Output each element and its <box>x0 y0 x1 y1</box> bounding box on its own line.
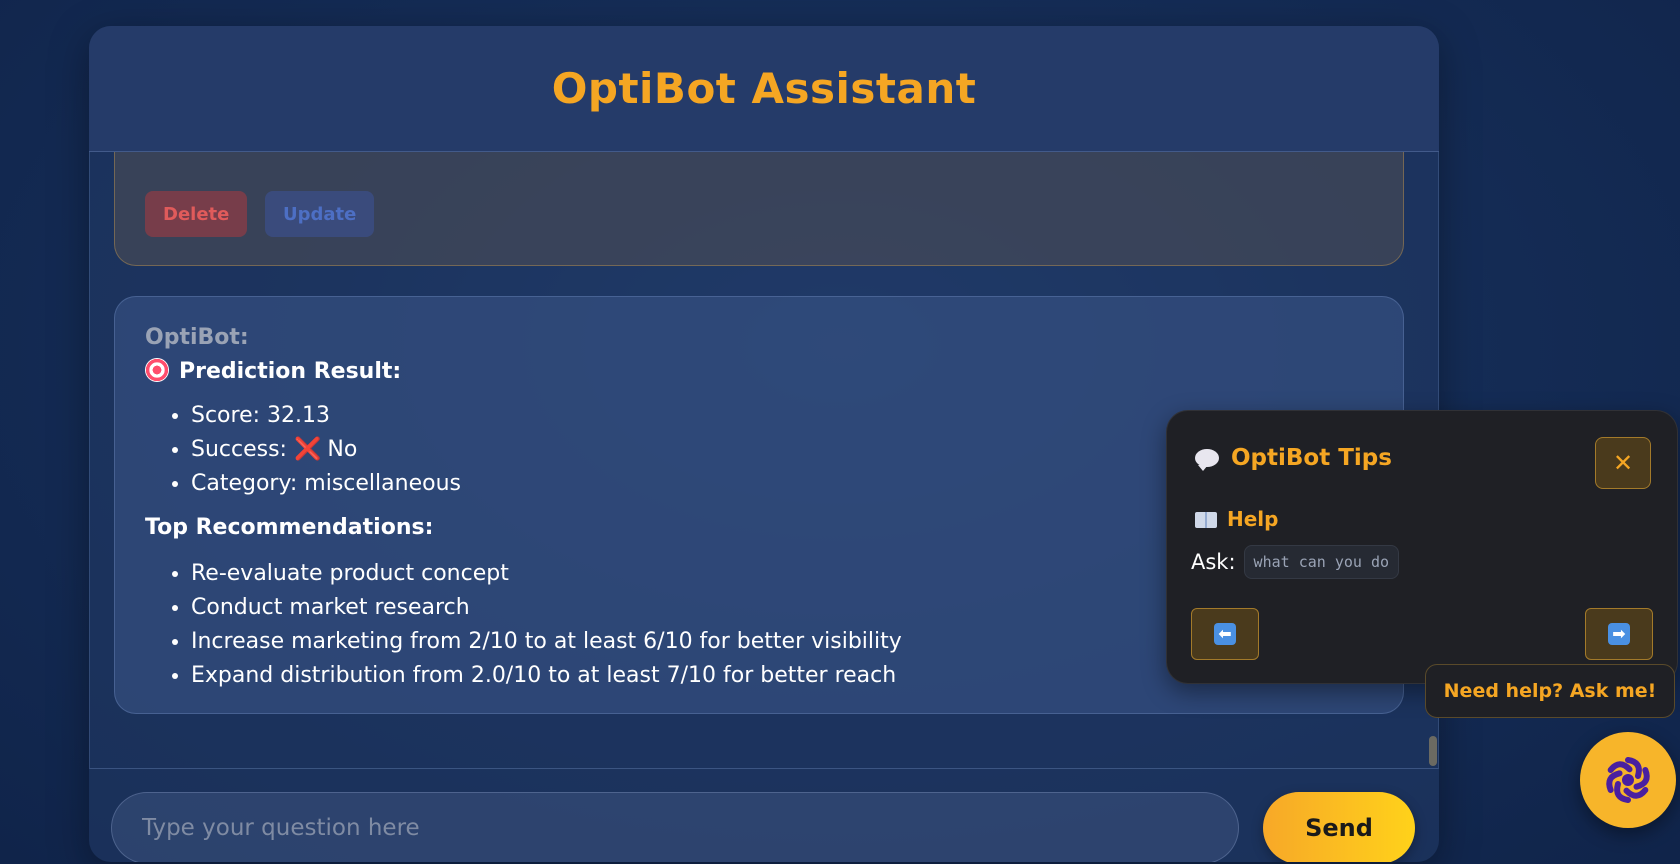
input-row: Send <box>89 768 1439 862</box>
user-message-card: Delete Update <box>114 152 1404 266</box>
question-input[interactable] <box>111 792 1239 862</box>
help-bubble[interactable]: Need help? Ask me! <box>1425 664 1675 718</box>
list-item: Expand distribution from 2.0/10 to at le… <box>191 659 902 693</box>
arrow-right-icon: ➡ <box>1608 623 1630 645</box>
message-sender: OptiBot: <box>145 325 249 350</box>
book-icon <box>1195 512 1217 528</box>
speech-bubble-icon <box>1195 449 1219 471</box>
page-title: OptiBot Assistant <box>551 64 977 113</box>
update-button[interactable]: Update <box>265 191 375 237</box>
ask-example-code: what can you do <box>1243 545 1400 579</box>
previous-tip-button[interactable]: ⬅ <box>1191 608 1259 660</box>
recommendations-title: Top Recommendations: <box>145 515 434 540</box>
cross-mark-icon: ❌ <box>293 437 322 462</box>
prediction-title-text: Prediction Result: <box>179 359 402 384</box>
close-icon: ✕ <box>1612 449 1634 477</box>
recommendations-list: Re-evaluate product concept Conduct mark… <box>161 557 902 693</box>
prediction-list: Score: 32.13 Success: ❌No Category: misc… <box>161 399 461 501</box>
ask-label: Ask: <box>1191 550 1236 574</box>
next-tip-button[interactable]: ➡ <box>1585 608 1653 660</box>
assistant-launcher-button[interactable] <box>1580 732 1676 828</box>
list-item: Conduct market research <box>191 591 902 625</box>
delete-button[interactable]: Delete <box>145 191 248 237</box>
list-item-prefix: Success: <box>191 437 287 462</box>
prediction-title: Prediction Result: <box>145 358 401 384</box>
tips-title: OptiBot Tips <box>1195 445 1392 471</box>
list-item: Success: ❌No <box>191 433 461 467</box>
target-icon <box>145 358 169 382</box>
close-tips-button[interactable]: ✕ <box>1595 437 1651 489</box>
list-item-suffix: No <box>327 437 358 462</box>
ask-row: Ask: what can you do <box>1191 545 1400 579</box>
list-item: Category: miscellaneous <box>191 467 461 501</box>
arrow-left-icon: ⬅ <box>1214 623 1236 645</box>
list-item: Re-evaluate product concept <box>191 557 902 591</box>
send-button[interactable]: Send <box>1263 792 1415 862</box>
list-item: Increase marketing from 2/10 to at least… <box>191 625 902 659</box>
help-title-text: Help <box>1227 507 1279 531</box>
optibot-swirl-icon <box>1606 757 1650 803</box>
chat-header: OptiBot Assistant <box>89 26 1439 152</box>
tips-title-text: OptiBot Tips <box>1231 445 1392 471</box>
list-item: Score: 32.13 <box>191 399 461 433</box>
help-section-title: Help <box>1195 507 1278 531</box>
scrollbar-thumb[interactable] <box>1429 736 1437 766</box>
tips-popup: OptiBot Tips ✕ Help Ask: what can you do… <box>1166 410 1678 684</box>
